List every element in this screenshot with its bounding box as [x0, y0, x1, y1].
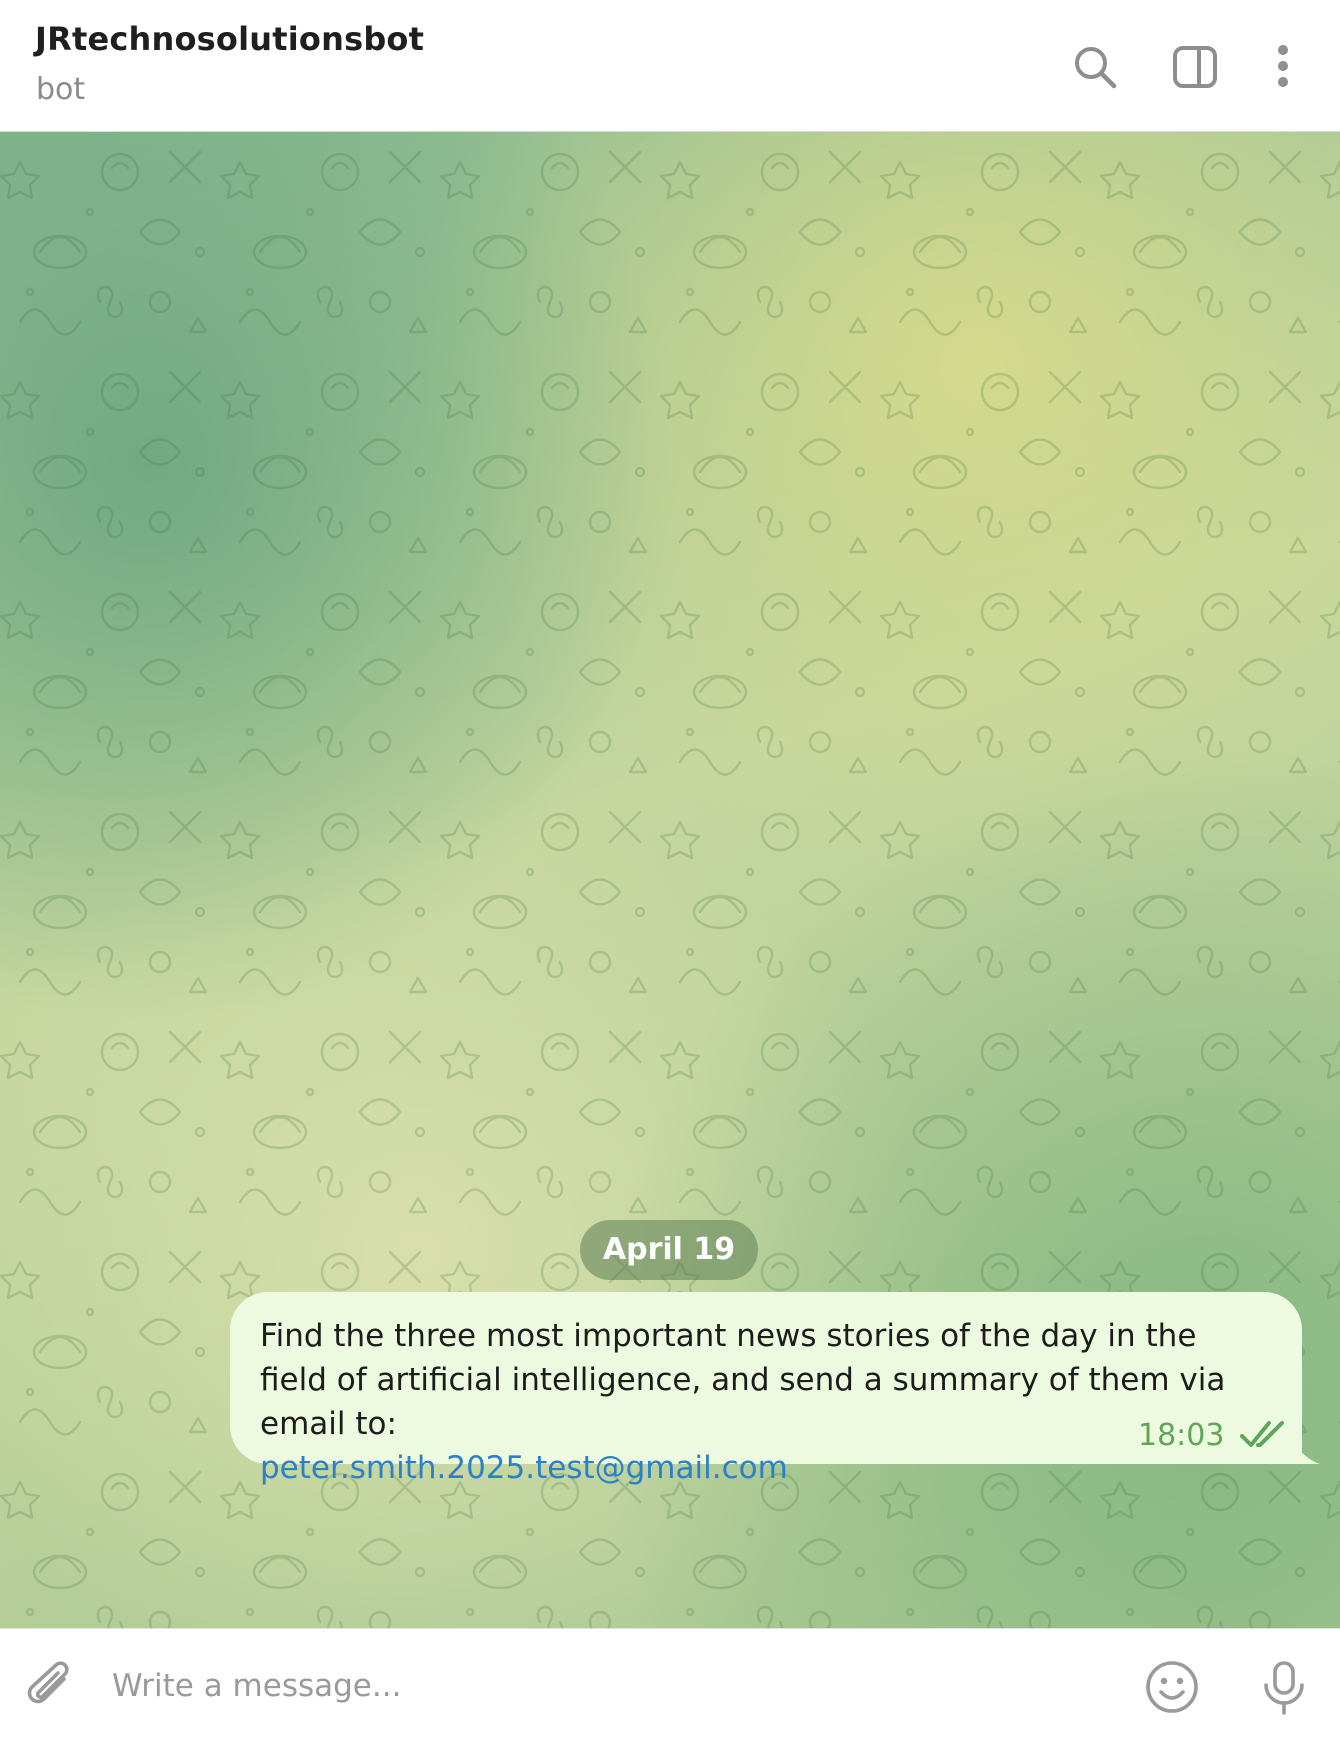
date-separator: April 19: [580, 1220, 758, 1280]
chat-area[interactable]: April 19 Find the three most important n…: [0, 132, 1340, 1628]
message-composer: [0, 1628, 1340, 1738]
search-icon[interactable]: [1070, 42, 1120, 92]
sidebar-toggle-icon[interactable]: [1170, 42, 1220, 92]
chat-subtitle: bot: [36, 72, 86, 107]
chat-title[interactable]: JRtechnosolutionsbot: [35, 20, 424, 58]
more-vertical-icon[interactable]: [1258, 42, 1308, 92]
email-link[interactable]: peter.smith.2025.test@gmail.com: [260, 1446, 820, 1490]
chat-header: JRtechnosolutionsbot bot: [0, 0, 1340, 132]
message-input[interactable]: [110, 1655, 1104, 1717]
microphone-icon[interactable]: [1256, 1659, 1312, 1715]
bubble-tail: [1292, 1438, 1320, 1464]
emoji-icon[interactable]: [1144, 1659, 1200, 1715]
message-text: Find the three most important news stori…: [260, 1318, 1226, 1442]
double-check-icon: [1240, 1421, 1284, 1447]
paperclip-icon[interactable]: [24, 1659, 80, 1715]
message-time: 18:03: [1138, 1418, 1225, 1453]
